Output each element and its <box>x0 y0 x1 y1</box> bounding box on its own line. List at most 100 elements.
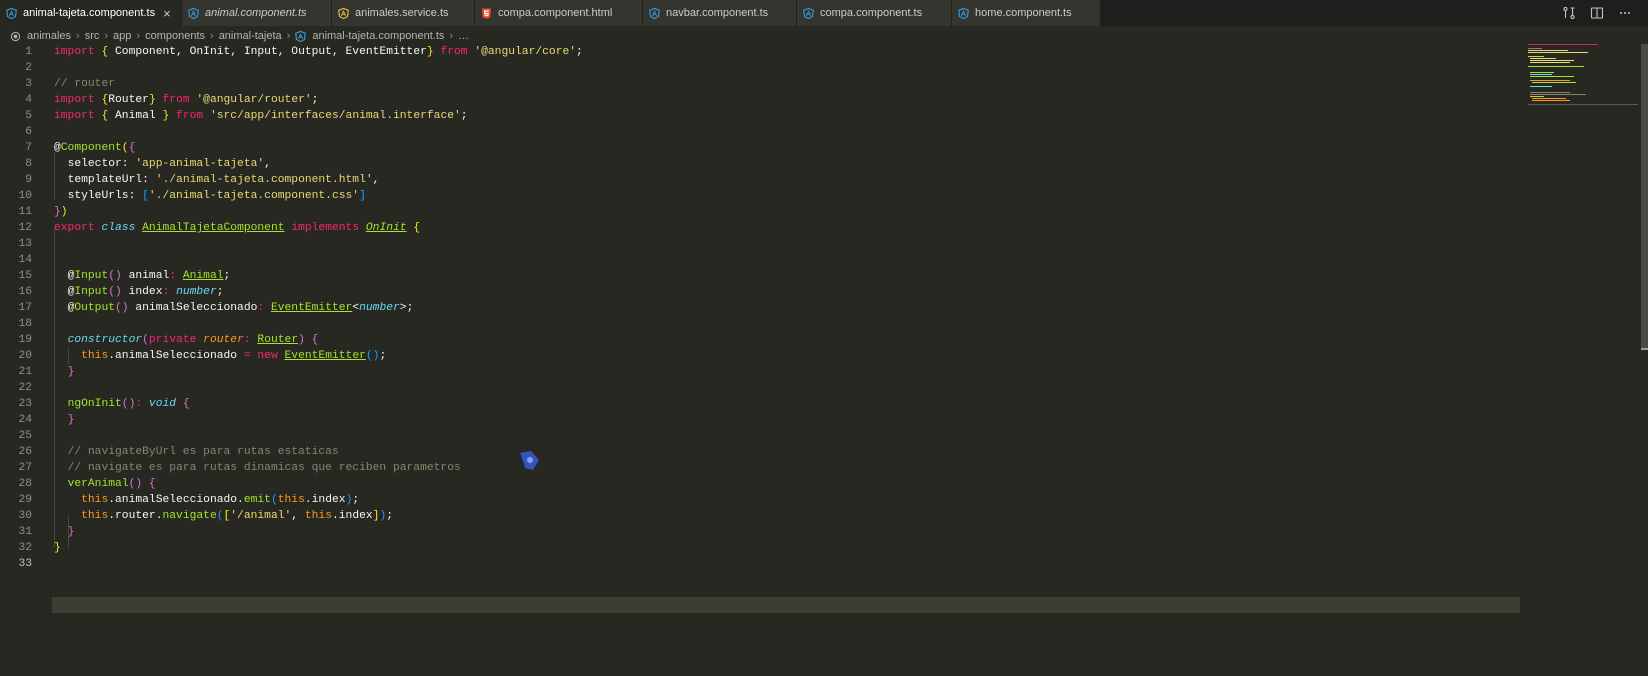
function-token: Component <box>60 142 122 154</box>
line-number: 21 <box>18 366 32 378</box>
breadcrumb-item[interactable]: animales <box>27 30 71 42</box>
bracket-token: { <box>413 222 421 234</box>
angular-icon <box>295 30 307 42</box>
tab-home-component[interactable]: home.component.ts <box>952 0 1101 26</box>
bracket-token: ( <box>216 510 224 522</box>
punct-token: , <box>291 510 305 522</box>
string-token: '/animal' <box>230 510 292 522</box>
string-token: '@angular/router' <box>196 94 312 106</box>
keyword-token: new <box>257 350 278 362</box>
tab-label: animales.service.ts <box>355 7 449 19</box>
breadcrumb-item[interactable]: src <box>85 30 100 42</box>
punct-token: : <box>169 270 177 282</box>
code-line: 23 ngOnInit(): void { <box>0 396 1520 412</box>
line-number: 24 <box>18 414 32 426</box>
line-number: 25 <box>18 430 32 442</box>
keyword-token: implements <box>291 222 360 234</box>
function-token: emit <box>243 494 271 506</box>
breadcrumb-item[interactable]: components <box>145 30 205 42</box>
tab-animal-component[interactable]: animal.component.ts <box>182 0 332 26</box>
tab-label: compa.component.ts <box>820 7 923 19</box>
keyword-token: this <box>277 494 305 506</box>
type-token: Router <box>257 334 299 346</box>
identifier-token: .animalSeleccionado. <box>108 494 244 506</box>
tab-compa-component[interactable]: compa.component.ts <box>797 0 952 26</box>
tab-animal-tajeta-component[interactable]: animal-tajeta.component.ts × <box>0 0 182 26</box>
code-line: 14 <box>0 252 1520 268</box>
line-number: 4 <box>25 94 32 106</box>
bracket-token: { <box>311 334 319 346</box>
minimap[interactable] <box>1522 44 1638 114</box>
bracket-token: } <box>67 526 75 538</box>
tab-bar: animal-tajeta.component.ts × animal.comp… <box>0 0 1648 26</box>
class-name-token: OnInit <box>365 222 407 234</box>
line-number: 23 <box>18 398 32 410</box>
punct-token: >; <box>399 302 414 314</box>
punct-token: ; <box>352 494 360 506</box>
type-token: EventEmitter <box>270 302 353 314</box>
property-token: styleUrls: <box>67 190 143 202</box>
bracket-token: ) <box>60 206 68 218</box>
keyword-token: class <box>101 222 136 234</box>
compare-changes-icon[interactable] <box>1562 6 1576 20</box>
tab-animales-service[interactable]: animales.service.ts <box>332 0 475 26</box>
chevron-right-icon: › <box>136 30 141 42</box>
code-line: 3 // router <box>0 76 1520 92</box>
angular-icon <box>649 7 660 19</box>
class-name-token: AnimalTajetaComponent <box>142 222 285 234</box>
scrollbar-thumb[interactable] <box>1641 44 1648 350</box>
keyword-token: this <box>81 350 109 362</box>
bracket-token: ( <box>121 142 129 154</box>
current-line-highlight <box>52 597 1520 613</box>
split-editor-icon[interactable] <box>1590 6 1604 20</box>
code-line: 12 export class AnimalTajetaComponent imp… <box>0 220 1520 236</box>
line-number: 30 <box>18 510 32 522</box>
breadcrumb-item[interactable]: animal-tajeta <box>219 30 282 42</box>
type-token: number <box>176 286 217 298</box>
comment-token: // navigate es para rutas dinamicas que … <box>67 462 461 474</box>
identifier-token: Router <box>108 94 149 106</box>
code-editor[interactable]: 1 import { Component, OnInit, Input, Outp… <box>0 46 1520 676</box>
punct-token: ; <box>576 46 583 58</box>
bracket-token: } <box>54 206 61 218</box>
identifier-token: .router. <box>108 510 163 522</box>
identifier-token: .index <box>331 510 373 522</box>
punct-token: ; <box>386 510 394 522</box>
bracket-token: } <box>162 110 170 122</box>
tab-compa-component-html[interactable]: compa.component.html <box>475 0 643 26</box>
keyword-token: this <box>81 494 109 506</box>
cursor-position-marker <box>1641 348 1648 350</box>
line-number: 16 <box>18 286 32 298</box>
code-line: 7 @Component({ <box>0 140 1520 156</box>
punct-token: : <box>135 398 143 410</box>
string-token: 'app-animal-tajeta' <box>135 158 265 170</box>
editor-actions <box>1562 0 1648 26</box>
code-line: 10 styleUrls: ['./animal-tajeta.componen… <box>0 188 1520 204</box>
close-icon[interactable]: × <box>163 6 171 21</box>
string-token: 'src/app/interfaces/animal.interface' <box>209 110 461 122</box>
line-number: 19 <box>18 334 32 346</box>
breadcrumb-item[interactable]: animal-tajeta.component.ts <box>312 30 444 42</box>
code-line: 4 import {Router} from '@angular/router'; <box>0 92 1520 108</box>
bracket-token: () <box>108 286 122 298</box>
code-line: 25 <box>0 428 1520 444</box>
tab-navbar-component[interactable]: navbar.component.ts <box>643 0 797 26</box>
line-number: 13 <box>18 238 32 250</box>
line-number: 32 <box>18 542 32 554</box>
line-number: 28 <box>18 478 32 490</box>
more-actions-icon[interactable] <box>1618 6 1632 20</box>
line-number: 11 <box>18 206 32 218</box>
breadcrumb: animales › src › app › components › anim… <box>0 26 1648 46</box>
parameter-token: router <box>203 334 244 346</box>
tab-label: home.component.ts <box>975 7 1072 19</box>
breadcrumb-item[interactable]: … <box>458 30 469 42</box>
function-token: ngOnInit <box>67 398 122 410</box>
code-line: 33 <box>0 556 1520 572</box>
breadcrumb-item[interactable]: app <box>113 30 131 42</box>
angular-icon <box>958 7 969 19</box>
line-number: 9 <box>25 174 32 186</box>
line-number: 26 <box>18 446 32 458</box>
folder-root-icon <box>10 31 21 42</box>
code-line: 9 templateUrl: './animal-tajeta.componen… <box>0 172 1520 188</box>
bracket-token: { <box>128 142 136 154</box>
